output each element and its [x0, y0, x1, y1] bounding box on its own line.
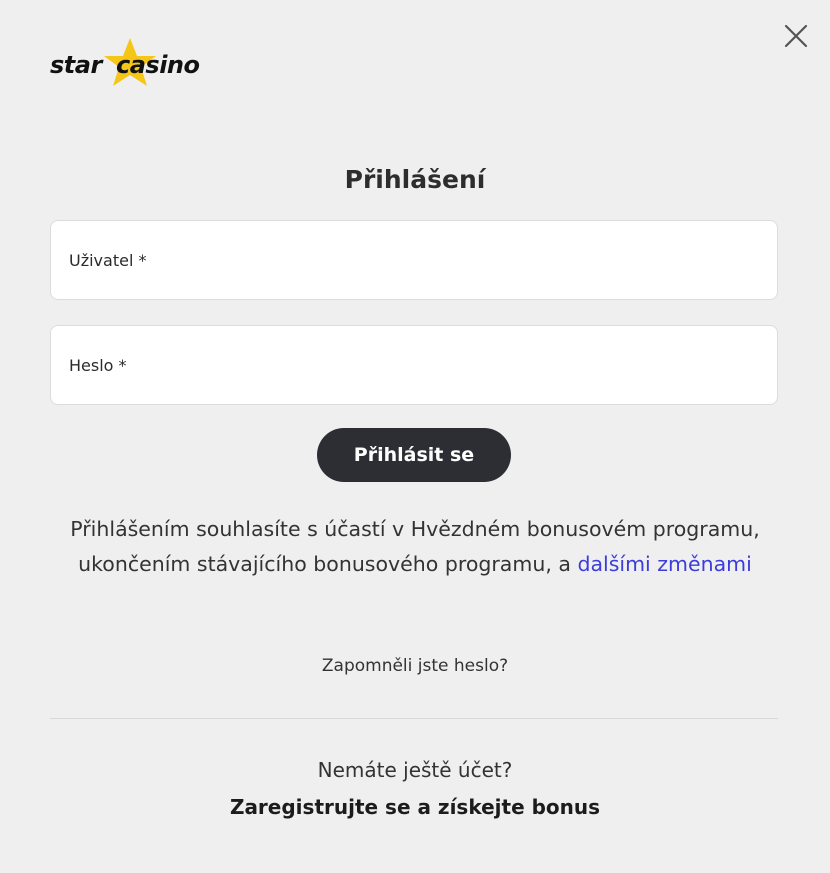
username-field-container	[50, 220, 778, 300]
login-modal: star casino Přihlášení Přihlásit se Přih…	[0, 0, 830, 873]
starcasino-logo: star casino	[50, 36, 220, 92]
username-input[interactable]	[51, 221, 777, 299]
logo-text-casino: casino	[116, 51, 200, 79]
login-button[interactable]: Přihlásit se	[317, 428, 511, 482]
no-account-prompt: Nemáte ještě účet?	[317, 758, 513, 782]
register-link[interactable]: Zaregistrujte se a získejte bonus	[230, 795, 600, 819]
register-row: Zaregistrujte se a získejte bonus	[0, 795, 830, 819]
password-input[interactable]	[51, 326, 777, 404]
page-title: Přihlášení	[344, 165, 486, 194]
close-icon	[784, 24, 808, 48]
further-changes-link[interactable]: dalšími změnami	[577, 552, 751, 576]
divider	[50, 718, 778, 719]
password-field-container	[50, 325, 778, 405]
forgot-password-link[interactable]: Zapomněli jste heslo?	[322, 656, 508, 676]
close-button[interactable]	[780, 20, 812, 52]
forgot-password-row: Zapomněli jste heslo?	[0, 656, 830, 676]
logo-text-star: star	[50, 51, 102, 79]
consent-text: Přihlášením souhlasíte s účastí v Hvězdn…	[60, 512, 770, 582]
